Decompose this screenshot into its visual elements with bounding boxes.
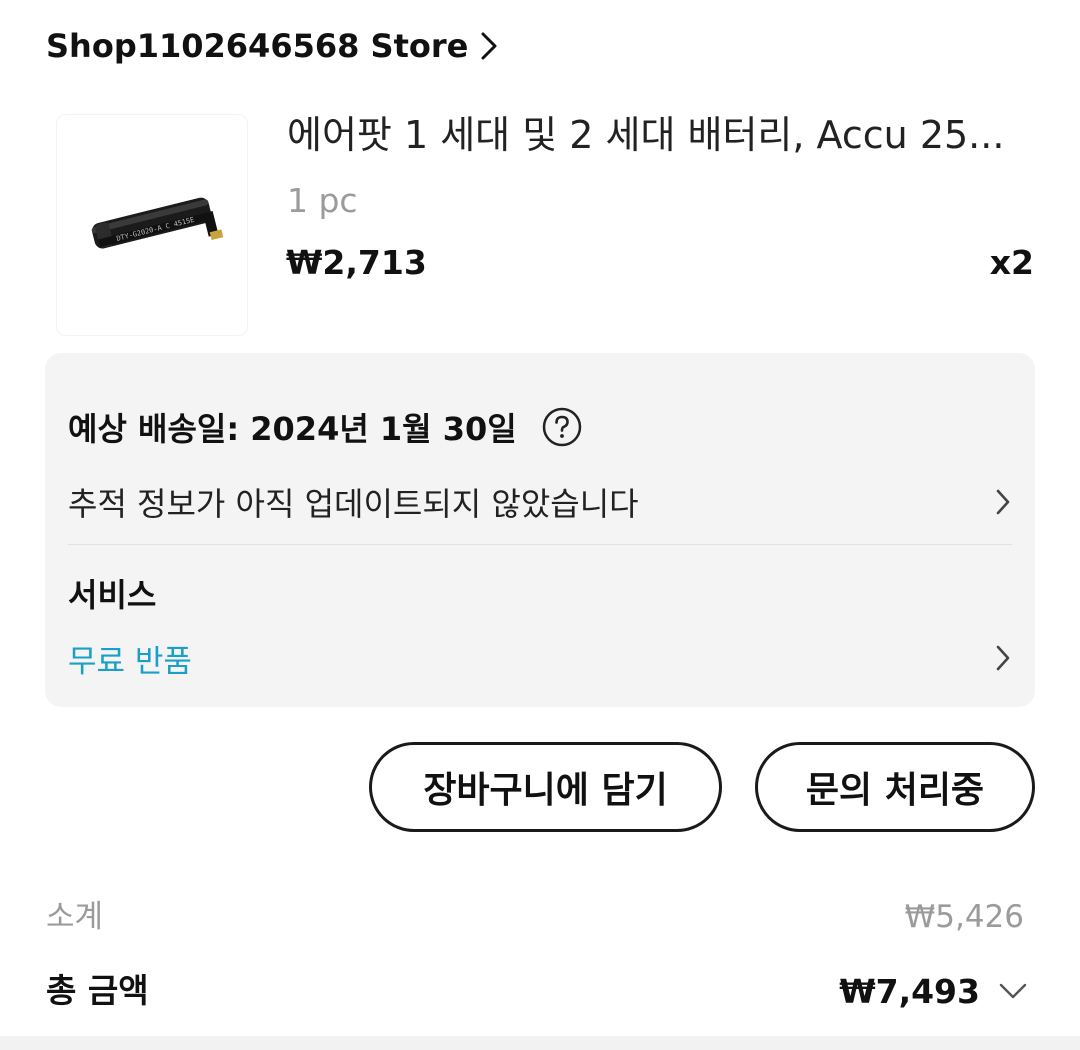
subtotal-value: ₩5,426 xyxy=(904,899,1024,935)
bottom-divider-strip xyxy=(0,1036,1080,1050)
service-title: 서비스 xyxy=(68,576,157,614)
battery-product-image: DTY-G2020-A C 4515E xyxy=(91,197,224,249)
chevron-right-icon xyxy=(481,32,497,60)
divider xyxy=(68,544,1012,545)
product-title[interactable]: 에어팟 1 세대 및 2 세대 배터리, Accu 25... xyxy=(287,108,1022,162)
chevron-down-icon xyxy=(999,983,1027,999)
chevron-right-icon xyxy=(996,489,1010,515)
free-return-service-row[interactable]: 무료 반품 xyxy=(68,631,1012,685)
chevron-right-icon xyxy=(996,645,1010,671)
product-quantity: x2 xyxy=(989,243,1034,282)
delivery-estimate-label: 예상 배송일: 2024년 1월 30일 xyxy=(68,410,517,448)
delivery-estimate-row: 예상 배송일: 2024년 1월 30일 xyxy=(68,401,583,453)
inquiry-in-progress-button[interactable]: 문의 처리중 xyxy=(755,742,1035,832)
product-variant: 1 pc xyxy=(287,181,358,220)
tracking-status-text: 추적 정보가 아직 업데이트되지 않았습니다 xyxy=(68,485,639,523)
add-to-cart-button[interactable]: 장바구니에 담기 xyxy=(369,742,722,832)
question-circle-icon[interactable] xyxy=(541,406,583,448)
order-detail-page: Shop1102646568 Store DTY-G2020-A C 4515E… xyxy=(0,0,1080,1050)
total-amount-toggle[interactable]: ₩7,493 xyxy=(839,966,1028,1016)
subtotal-label: 소계 xyxy=(46,899,104,935)
total-amount-label: 총 금액 xyxy=(46,971,149,1010)
product-image[interactable]: DTY-G2020-A C 4515E xyxy=(56,114,248,336)
store-name: Shop1102646568 Store xyxy=(46,27,469,65)
free-return-label: 무료 반품 xyxy=(68,643,192,680)
total-amount-value: ₩7,493 xyxy=(839,971,980,1011)
product-price: ₩2,713 xyxy=(286,243,427,282)
store-link[interactable]: Shop1102646568 Store xyxy=(46,22,498,70)
tracking-info-row[interactable]: 추적 정보가 아직 업데이트되지 않았습니다 xyxy=(68,475,1012,529)
shipping-info-card: 예상 배송일: 2024년 1월 30일 추적 정보가 아직 업데이트되지 않았… xyxy=(45,353,1035,707)
